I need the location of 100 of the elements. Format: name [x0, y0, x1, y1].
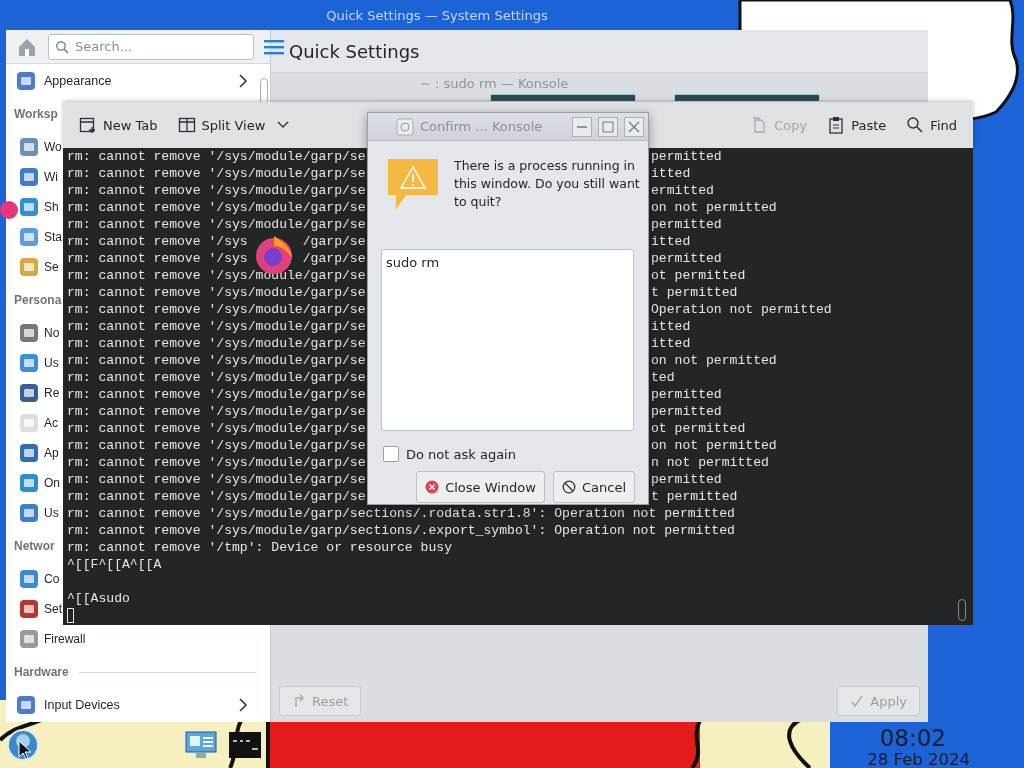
details-text: sudo rm	[381, 249, 634, 431]
terminal-line: rm: cannot remove '/sys/module/garp/se	[67, 369, 366, 386]
category-icon	[18, 166, 40, 188]
warning-icon	[386, 157, 440, 211]
category-icon	[18, 472, 40, 494]
category-icon	[18, 598, 40, 620]
category-icon	[18, 256, 40, 278]
terminal-line: permitted	[651, 250, 722, 267]
terminal-line: t permitted	[651, 284, 738, 301]
close-icon	[628, 120, 640, 133]
clock-time: 08:02	[879, 726, 946, 750]
minimize-button[interactable]	[572, 116, 592, 137]
terminal-line: permitted	[651, 403, 722, 420]
terminal-icon[interactable]	[228, 731, 262, 759]
sidebar-item[interactable]: Us	[18, 498, 59, 528]
category-icon	[18, 412, 40, 434]
sidebar-item[interactable]: Set	[18, 594, 62, 624]
sidebar-item[interactable]: Us	[18, 348, 59, 378]
sidebar-item[interactable]: Appearance	[6, 66, 270, 96]
checkbox-label: Do not ask again	[406, 446, 516, 462]
terminal-line: permitted	[651, 471, 722, 488]
check-icon	[850, 694, 865, 708]
terminal-line: rm: cannot remove '/sys/module/garp/se	[67, 454, 366, 471]
section-header: Worksp	[14, 107, 58, 121]
split-view-button[interactable]: Split View	[169, 109, 274, 141]
split-view-icon	[177, 116, 196, 134]
terminal-line: rm: cannot remove '/sys/module/garp/se	[67, 471, 366, 488]
sidebar-item[interactable]: Wo	[18, 132, 62, 162]
category-icon	[18, 502, 40, 524]
sidebar-item[interactable]: On	[18, 468, 60, 498]
terminal-line: ^[[Asudo	[67, 591, 130, 606]
mouse-pointer-icon	[18, 740, 32, 760]
terminal-line: rm: cannot remove '/tmp': Device or resource busy	[67, 540, 453, 555]
dialog-message: There is a process running in this window. Do you still want to quit?	[454, 157, 641, 211]
terminal-line: itted	[651, 318, 691, 335]
clock-date: 28 Feb 2024	[867, 751, 970, 768]
terminal-line: t permitted	[651, 488, 738, 505]
terminal-line: /garp/se	[302, 250, 366, 267]
cancel-button[interactable]: Cancel	[552, 471, 635, 503]
terminal-line: rm: cannot remove '/sys/module/garp/se	[67, 352, 366, 369]
terminal-line: on not permitted	[651, 437, 777, 454]
sidebar-item[interactable]: Co	[18, 564, 60, 594]
terminal-line: rm: cannot remove '/sys	[67, 250, 248, 267]
new-tab-icon	[79, 116, 97, 134]
terminal-line: rm: cannot remove '/sys/module/garp/se	[67, 301, 366, 318]
sidebar-item[interactable]: Sta	[18, 222, 62, 252]
category-icon	[18, 568, 40, 590]
terminal-line: rm: cannot remove '/sys/module/garp/sections/.export_symbol': Operation not permitted	[67, 523, 735, 538]
terminal-line: rm: cannot remove '/sys/module/garp/se	[67, 165, 366, 182]
terminal-line: rm: cannot remove '/sys/module/garp/se	[67, 318, 366, 335]
section-header: Hardware	[14, 665, 69, 679]
section-header: Persona	[14, 293, 62, 307]
close-button[interactable]	[624, 116, 644, 137]
sidebar-item[interactable]: Ac	[18, 408, 58, 438]
new-tab-button[interactable]: New Tab	[71, 109, 166, 141]
terminal-line: rm: cannot remove '/sys	[67, 233, 248, 250]
terminal-line: rm: cannot remove '/sys/module/garp/se	[67, 182, 366, 199]
terminal-line: rm: cannot remove '/sys/module/garp/se	[67, 420, 366, 437]
terminal-line: permitted	[651, 216, 722, 233]
terminal-line: itted	[651, 233, 691, 250]
monitor-icon[interactable]	[184, 730, 218, 760]
chevron-down-icon[interactable]	[277, 121, 290, 129]
close-circle-icon	[425, 480, 440, 494]
category-icon	[18, 442, 40, 464]
close-button[interactable]: Close Window	[416, 471, 545, 503]
terminal-line: on not permitted	[651, 352, 777, 369]
search-icon	[906, 116, 925, 134]
sidebar-item[interactable]: Sh	[18, 192, 59, 222]
find-button[interactable]: Find	[898, 109, 965, 141]
search-icon	[55, 39, 69, 54]
category-icon	[18, 382, 40, 404]
sidebar-item[interactable]: Re	[18, 378, 60, 408]
terminal-line: itted	[651, 335, 691, 352]
terminal-line: ted	[651, 369, 675, 386]
cancel-icon	[561, 480, 576, 494]
category-icon	[18, 196, 40, 218]
search-field[interactable]: Search...	[48, 33, 254, 60]
sidebar-item[interactable]: No	[18, 318, 60, 348]
terminal-line: on not permitted	[651, 199, 777, 216]
minimize-icon	[577, 125, 587, 128]
paste-button[interactable]: Paste	[819, 109, 895, 141]
terminal-line: ^[[F^[[A^[[A	[67, 557, 162, 572]
terminal-line: ot permitted	[651, 420, 746, 437]
terminal-line: rm: cannot remove '/sys/module/garp/se	[67, 335, 366, 352]
terminal-line: rm: cannot remove '/sys/module/garp/sections/.rodata.str1.8': Operation not permitted	[67, 506, 735, 521]
sidebar-item[interactable]: Se	[18, 252, 59, 282]
terminal-line: rm: cannot remove '/sys/module/garp/se	[67, 437, 366, 454]
checkbox[interactable]	[383, 446, 399, 462]
sidebar-item[interactable]: Input Devices	[6, 690, 270, 720]
terminal-line: rm: cannot remove '/sys/module/garp/se	[67, 386, 366, 403]
terminal-line: itted	[651, 165, 691, 182]
sidebar-item[interactable]: Wi	[18, 162, 58, 192]
sidebar-item[interactable]: Firewall	[18, 624, 86, 654]
category-icon	[18, 628, 40, 650]
app-icon	[396, 117, 414, 136]
terminal-line: rm: cannot remove '/sys/module/garp/se	[67, 148, 366, 165]
window-title: ~ : sudo rm — Konsole	[420, 75, 569, 91]
category-icon	[18, 226, 40, 248]
sidebar-item[interactable]: Ap	[18, 438, 59, 468]
terminal-line: rm: cannot remove '/sys/module/garp/se	[67, 267, 366, 284]
